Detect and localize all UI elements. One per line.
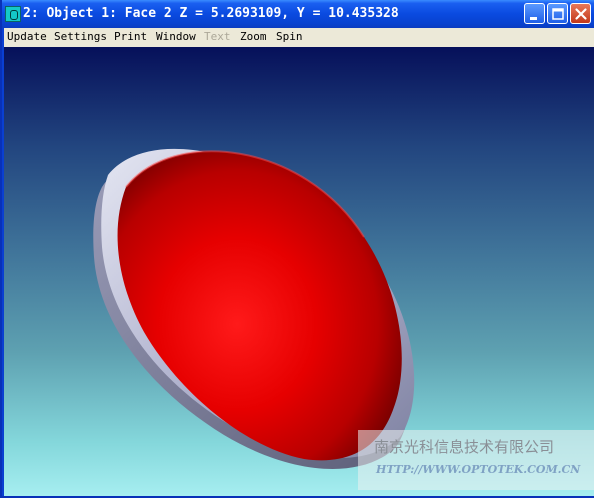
menu-bar: Update Settings Print Window Text Zoom S… (4, 28, 594, 47)
menu-update[interactable]: Update (7, 30, 47, 43)
menu-settings[interactable]: Settings (54, 30, 107, 43)
close-button[interactable] (570, 3, 591, 24)
app-window: 2: Object 1: Face 2 Z = 5.2693109, Y = 1… (0, 0, 594, 498)
minimize-button[interactable] (524, 3, 545, 24)
watermark-url: HTTP://WWW.OPTOTEK.COM.CN (376, 463, 581, 476)
render-viewport[interactable]: 南京光科信息技术有限公司 HTTP://WWW.OPTOTEK.COM.CN (4, 47, 594, 496)
menu-print[interactable]: Print (114, 30, 147, 43)
title-bar[interactable]: 2: Object 1: Face 2 Z = 5.2693109, Y = 1… (2, 0, 594, 28)
app-icon[interactable] (5, 6, 21, 22)
menu-window[interactable]: Window (156, 30, 196, 43)
close-icon (575, 8, 587, 20)
minimize-icon (530, 17, 537, 20)
maximize-button[interactable] (547, 3, 568, 24)
lens-render (93, 148, 415, 469)
maximize-icon (552, 8, 564, 20)
watermark: 南京光科信息技术有限公司 HTTP://WWW.OPTOTEK.COM.CN (358, 430, 594, 490)
window-title: 2: Object 1: Face 2 Z = 5.2693109, Y = 1… (23, 6, 399, 21)
menu-zoom[interactable]: Zoom (240, 30, 267, 43)
lens-dome (117, 150, 402, 461)
menu-text: Text (204, 30, 231, 43)
menu-spin[interactable]: Spin (276, 30, 303, 43)
watermark-company: 南京光科信息技术有限公司 (374, 438, 555, 456)
